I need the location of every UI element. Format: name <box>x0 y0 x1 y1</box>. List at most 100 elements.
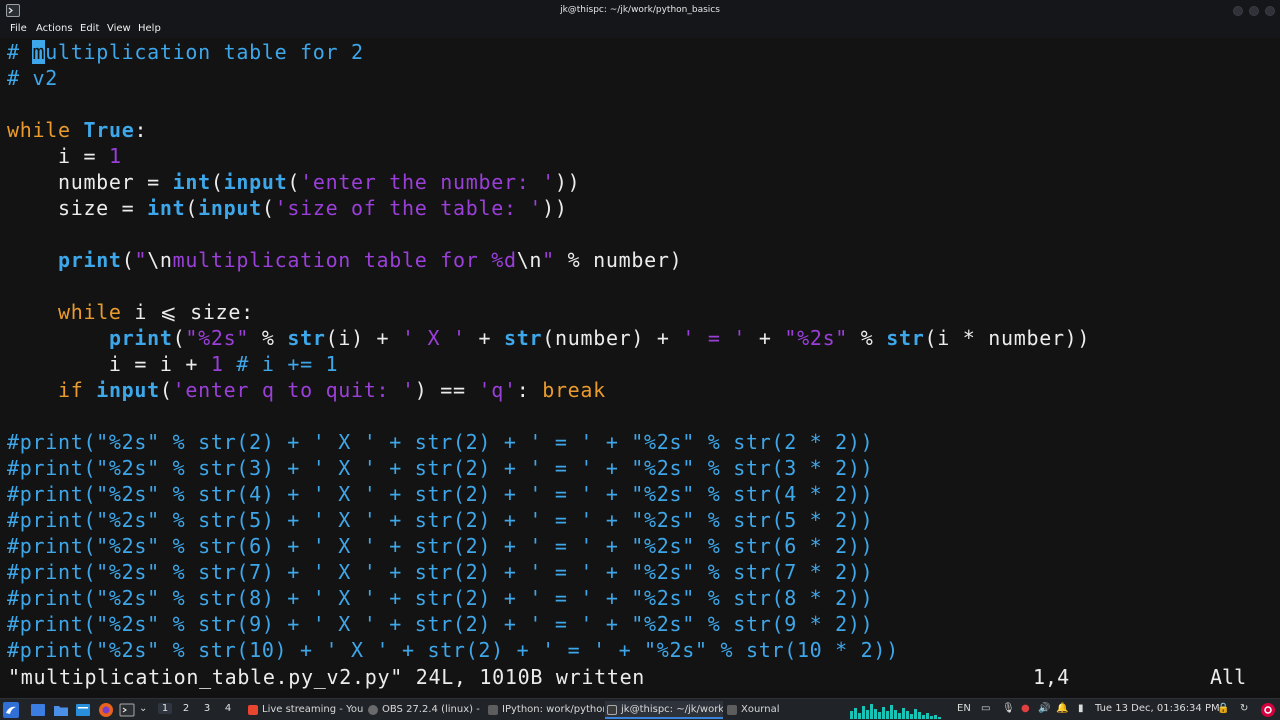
code-line[interactable]: i = 1 <box>7 143 122 169</box>
code-token: True <box>83 118 135 142</box>
code-token: #print("%2s" % str(2) + ' X ' + str(2) +… <box>7 430 874 454</box>
code-token: ultiplication table for 2 <box>45 40 364 64</box>
task-label: jk@thispc: ~/jk/work... <box>621 704 723 715</box>
clock[interactable]: Tue 13 Dec, 01:36:34 PM <box>1095 703 1220 714</box>
menu-actions[interactable]: Actions <box>36 23 73 34</box>
menu-bar: File Actions Edit View Help <box>0 22 1280 38</box>
code-line[interactable]: #print("%2s" % str(5) + ' X ' + str(2) +… <box>7 507 873 533</box>
code-line[interactable]: #print("%2s" % str(8) + ' X ' + str(2) +… <box>7 585 873 611</box>
code-token: % <box>848 326 887 350</box>
firefox-task-icon <box>248 705 258 715</box>
task-live-streaming[interactable]: Live streaming - You... <box>246 701 364 719</box>
firefox-icon[interactable] <box>98 702 114 718</box>
keyboard-layout[interactable]: EN <box>957 703 971 714</box>
show-desktop-icon[interactable] <box>30 702 46 718</box>
battery-icon[interactable]: ▮ <box>1078 703 1084 714</box>
code-token: i = i + <box>7 352 211 376</box>
code-token: #print("%2s" % str(7) + ' X ' + str(2) +… <box>7 560 874 584</box>
code-token: break <box>542 378 606 402</box>
chevron-down-icon[interactable]: ⌄ <box>139 703 147 714</box>
microphone-icon[interactable]: 🎙 <box>1002 703 1015 714</box>
code-line[interactable]: print("\nmultiplication table for %d\n" … <box>7 247 682 273</box>
code-token: (i * number)) <box>924 326 1091 350</box>
file-manager-icon[interactable] <box>53 702 69 718</box>
workspace-3[interactable]: 3 <box>200 703 214 714</box>
code-line[interactable]: number = int(input('enter the number: ')… <box>7 169 580 195</box>
volume-icon[interactable]: 🔊 <box>1038 703 1050 714</box>
menu-edit[interactable]: Edit <box>80 23 99 34</box>
code-token: print <box>108 326 173 350</box>
code-line[interactable]: # v2 <box>7 65 58 91</box>
menu-help[interactable]: Help <box>138 23 161 34</box>
task-label: OBS 27.2.4 (linux) - P... <box>382 704 484 715</box>
code-token: % <box>249 326 288 350</box>
ipython-icon <box>488 705 498 715</box>
maximize-button[interactable] <box>1249 6 1259 16</box>
code-token: (i) + <box>325 326 403 350</box>
refresh-icon[interactable]: ↻ <box>1240 703 1248 714</box>
code-token: #print("%2s" % str(3) + ' X ' + str(2) +… <box>7 456 874 480</box>
vim-editor[interactable]: # multiplication table for 2 # v2 while Tr… <box>0 38 1280 664</box>
lock-icon[interactable]: 🔒 <box>1217 703 1229 714</box>
code-token: 'enter q to quit: ' <box>172 378 415 402</box>
code-line[interactable]: while i ⩽ size: <box>7 299 254 325</box>
code-line[interactable]: #print("%2s" % str(6) + ' X ' + str(2) +… <box>7 533 873 559</box>
close-button[interactable] <box>1265 6 1275 16</box>
code-line[interactable]: size = int(input('size of the table: ')) <box>7 195 568 221</box>
menu-view[interactable]: View <box>107 23 131 34</box>
code-line[interactable]: #print("%2s" % str(4) + ' X ' + str(2) +… <box>7 481 873 507</box>
text-editor-icon[interactable] <box>75 702 91 718</box>
notifications-icon[interactable]: 🔔 <box>1056 703 1068 714</box>
code-token: while <box>7 118 71 142</box>
code-line[interactable]: #print("%2s" % str(10) + ' X ' + str(2) … <box>7 637 899 663</box>
code-line[interactable]: i = i + 1 # i += 1 <box>7 351 338 377</box>
debian-logo-icon[interactable] <box>1260 702 1276 718</box>
window-title: jk@thispc: ~/jk/work/python_basics <box>560 5 720 15</box>
task-ipython[interactable]: IPython: work/python... <box>486 701 604 719</box>
code-line[interactable]: #print("%2s" % str(9) + ' X ' + str(2) +… <box>7 611 873 637</box>
app-menu-icon[interactable] <box>3 702 19 718</box>
workspace-2[interactable]: 2 <box>179 703 193 714</box>
terminal-launcher-icon[interactable] <box>119 702 135 718</box>
code-line[interactable]: #print("%2s" % str(3) + ' X ' + str(2) +… <box>7 455 873 481</box>
task-label: Live streaming - You... <box>262 704 364 715</box>
code-token: #print("%2s" % str(5) + ' X ' + str(2) +… <box>7 508 874 532</box>
task-obs[interactable]: OBS 27.2.4 (linux) - P... <box>366 701 484 719</box>
code-token: #print("%2s" % str(8) + ' X ' + str(2) +… <box>7 586 874 610</box>
code-token: )) <box>542 196 568 220</box>
vim-status-line: "multiplication_table.py_v2.py" 24L, 101… <box>0 664 1280 690</box>
code-line[interactable]: #print("%2s" % str(7) + ' X ' + str(2) +… <box>7 559 873 585</box>
code-token: #print("%2s" % str(10) + ' X ' + str(2) … <box>7 638 899 662</box>
task-terminal-active[interactable]: jk@thispc: ~/jk/work... <box>605 701 723 719</box>
window-titlebar[interactable]: jk@thispc: ~/jk/work/python_basics <box>0 0 1280 22</box>
code-line[interactable]: # multiplication table for 2 <box>7 39 364 65</box>
code-line[interactable]: if input('enter q to quit: ') == 'q': br… <box>7 377 606 403</box>
code-token: i = <box>7 144 109 168</box>
minimize-button[interactable] <box>1233 6 1243 16</box>
code-token: 1 <box>108 144 122 168</box>
clipboard-icon[interactable]: ▭ <box>981 703 990 714</box>
workspace-4[interactable]: 4 <box>221 703 235 714</box>
code-line[interactable]: while True: <box>7 117 147 143</box>
code-token: + <box>746 326 785 350</box>
task-xournal[interactable]: Xournal <box>725 701 825 719</box>
code-token: 'enter the number: ' <box>300 170 555 194</box>
code-token: ( <box>210 170 224 194</box>
menu-file[interactable]: File <box>10 23 27 34</box>
cursor-position: 1,4 <box>1033 665 1070 689</box>
code-token: 1 <box>210 352 224 376</box>
code-token: ( <box>159 378 173 402</box>
code-token: size = <box>7 196 148 220</box>
code-line[interactable]: print("%2s" % str(i) + ' X ' + str(numbe… <box>7 325 1090 351</box>
workspace-1[interactable]: 1 <box>158 703 172 714</box>
code-token: # <box>7 40 33 64</box>
code-token: str <box>886 326 925 350</box>
code-token: str <box>287 326 326 350</box>
code-line[interactable]: #print("%2s" % str(2) + ' X ' + str(2) +… <box>7 429 873 455</box>
recording-icon[interactable]: ● <box>1021 703 1030 714</box>
code-token: #print("%2s" % str(6) + ' X ' + str(2) +… <box>7 534 874 558</box>
